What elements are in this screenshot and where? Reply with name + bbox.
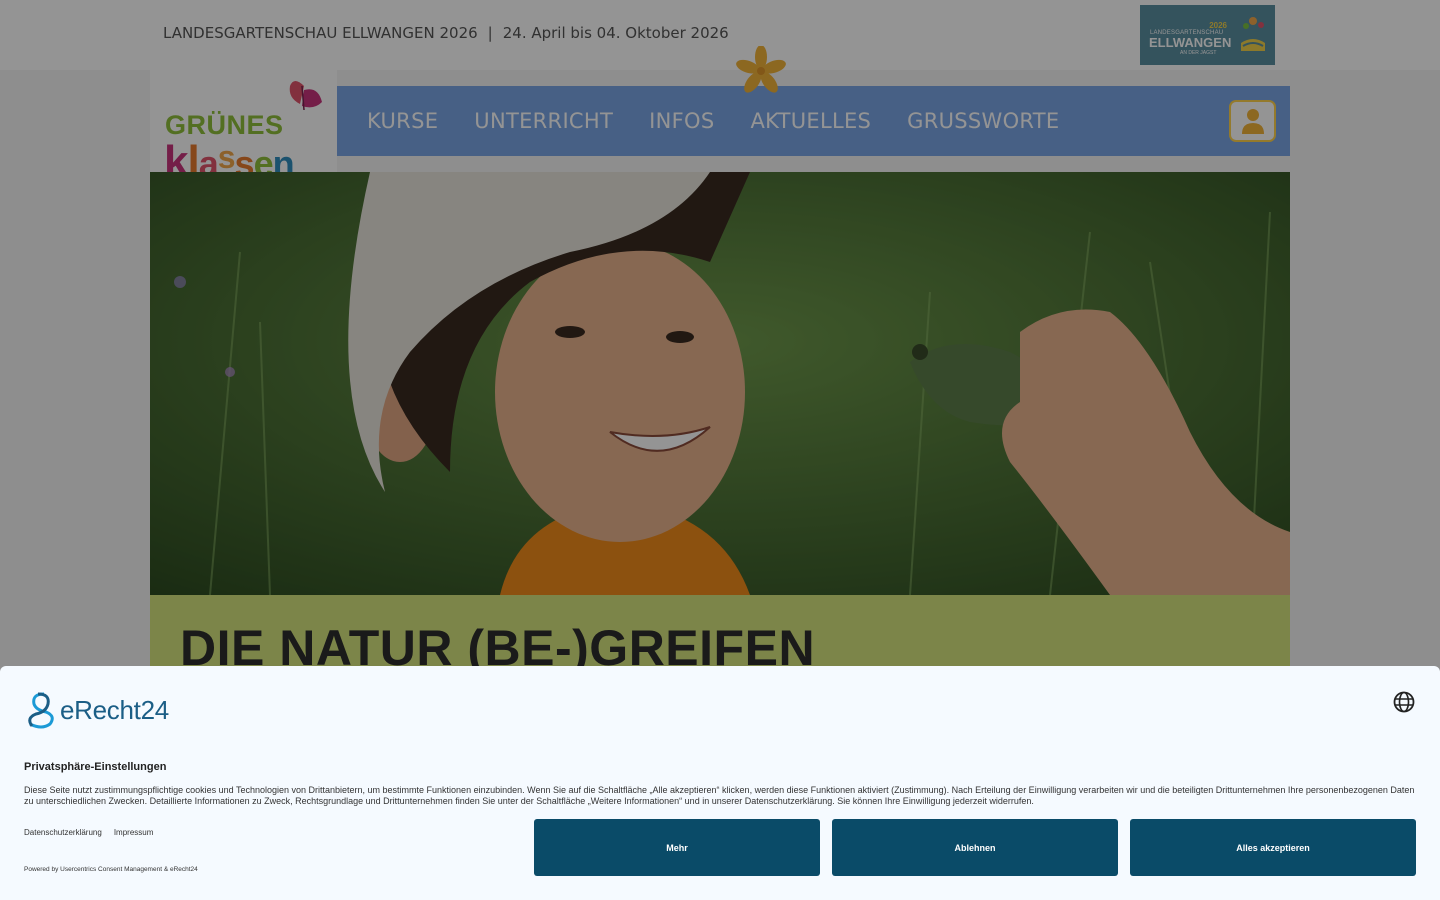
consent-links: Datenschutzerklärung Impressum <box>24 828 153 837</box>
globe-icon <box>1393 691 1415 713</box>
decline-button[interactable]: Ablehnen <box>832 819 1118 876</box>
privacy-policy-link[interactable]: Datenschutzerklärung <box>24 828 102 837</box>
accept-all-button[interactable]: Alles akzeptieren <box>1130 819 1416 876</box>
consent-description: Diese Seite nutzt zustimmungspflichtige … <box>24 785 1415 806</box>
imprint-link[interactable]: Impressum <box>114 828 154 837</box>
erecht24-mark-icon <box>28 692 54 729</box>
powered-by-text: Powered by Usercentrics Consent Manageme… <box>24 866 198 873</box>
more-button[interactable]: Mehr <box>534 819 820 876</box>
cookie-consent-banner: eRecht24 Privatsphäre-Einstellungen Dies… <box>0 666 1440 900</box>
language-button[interactable] <box>1392 690 1416 714</box>
erecht24-brand: eRecht24 <box>60 694 169 725</box>
erecht24-logo: eRecht24 <box>24 690 169 730</box>
consent-title: Privatsphäre-Einstellungen <box>24 761 167 773</box>
